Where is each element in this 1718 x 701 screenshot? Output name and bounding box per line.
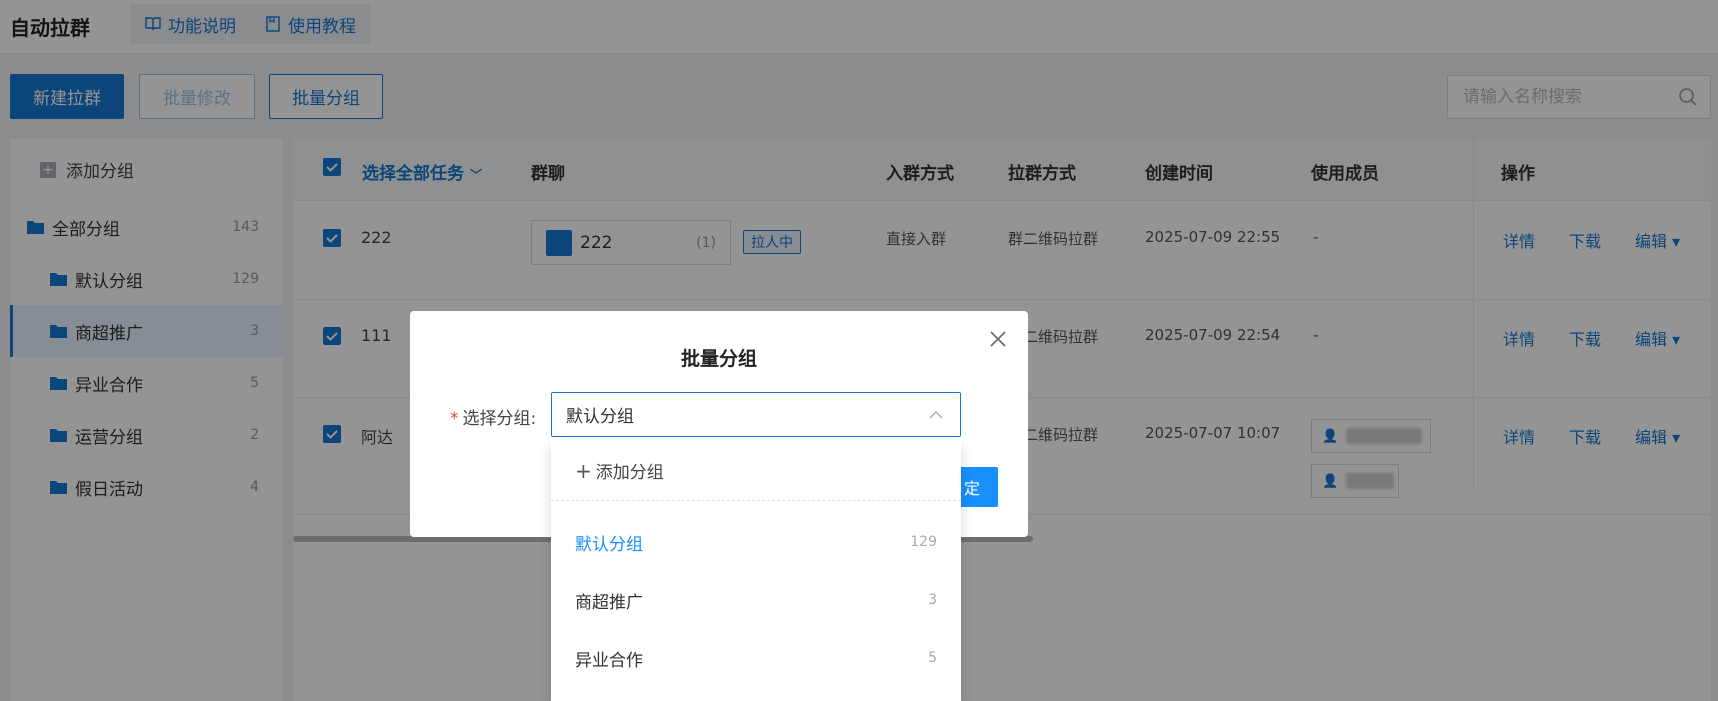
chevron-up-icon	[929, 410, 943, 419]
dropdown-divider	[551, 500, 961, 501]
confirm-label: 定	[963, 479, 980, 498]
dropdown-option-label: 默认分组	[575, 534, 643, 555]
dropdown-option[interactable]: 异业合作 5	[551, 629, 961, 687]
required-mark: *	[450, 409, 459, 429]
dropdown-option-count: 3	[928, 592, 937, 608]
dropdown-option-label: 异业合作	[575, 650, 643, 671]
group-select-value: 默认分组	[566, 407, 634, 427]
dropdown-add-group[interactable]: + 添加分组	[575, 458, 664, 484]
group-select-label-text: 选择分组:	[462, 409, 537, 429]
group-select[interactable]: 默认分组	[551, 392, 961, 437]
dropdown-option-count: 129	[910, 534, 937, 550]
dropdown-option[interactable]: 商超推广 3	[551, 571, 961, 629]
dropdown-option[interactable]: 默认分组 129	[551, 513, 961, 571]
dropdown-option-count: 5	[928, 650, 937, 666]
group-select-label: * 选择分组:	[450, 404, 536, 429]
dropdown-option-label: 商超推广	[575, 592, 643, 613]
group-select-dropdown: + 添加分组 默认分组 129 商超推广 3 异业合作 5	[551, 440, 961, 701]
dropdown-add-group-label: 添加分组	[595, 463, 664, 483]
modal-title: 批量分组	[680, 348, 757, 370]
plus-icon: +	[575, 458, 592, 483]
close-icon[interactable]	[988, 329, 1008, 349]
